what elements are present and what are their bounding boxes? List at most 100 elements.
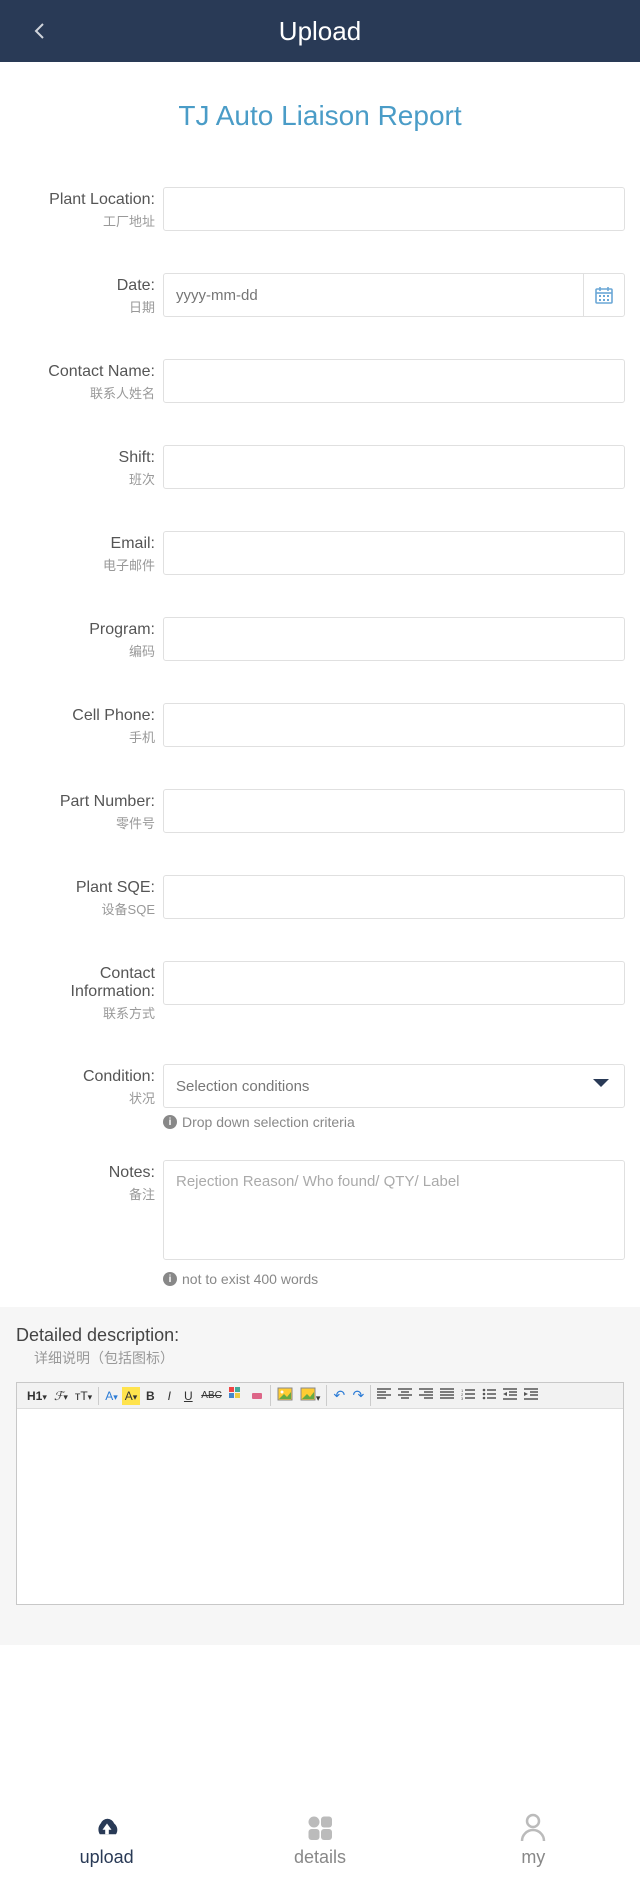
detail-section: Detailed description: 详细说明（包括图标） H1▾ ℱ▾ … <box>0 1307 640 1645</box>
sublabel-plant-location: 工厂地址 <box>15 211 155 230</box>
calendar-button[interactable] <box>583 273 625 317</box>
input-contact-info[interactable] <box>163 961 625 1005</box>
tab-upload-label: upload <box>80 1847 134 1868</box>
tb-underline[interactable]: U <box>179 1387 197 1405</box>
tb-align-left-icon[interactable] <box>374 1386 394 1405</box>
upload-icon <box>89 1813 125 1843</box>
label-contact-info: Contact Information: <box>15 965 155 1001</box>
tab-upload[interactable]: upload <box>0 1795 213 1885</box>
textarea-notes[interactable] <box>163 1160 625 1260</box>
rich-text-editor: H1▾ ℱ▾ тT▾ A▾ A▾ B I U ABC <box>16 1382 624 1605</box>
tb-align-right-icon[interactable] <box>416 1386 436 1405</box>
tb-font-size[interactable]: тT▾ <box>72 1387 95 1405</box>
input-plant-sqe[interactable] <box>163 875 625 919</box>
editor-toolbar: H1▾ ℱ▾ тT▾ A▾ A▾ B I U ABC <box>17 1383 623 1409</box>
tab-my-label: my <box>521 1847 545 1868</box>
label-condition: Condition: <box>15 1068 155 1086</box>
input-program[interactable] <box>163 617 625 661</box>
helper-notes: i not to exist 400 words <box>163 1271 625 1287</box>
row-shift: Shift: 班次 <box>0 445 640 489</box>
row-contact-name: Contact Name: 联系人姓名 <box>0 359 640 403</box>
tb-image-icon[interactable] <box>274 1385 296 1406</box>
label-contact-name: Contact Name: <box>15 363 155 381</box>
detail-sublabel: 详细说明（包括图标） <box>34 1348 624 1368</box>
tb-color-icon[interactable] <box>226 1385 246 1406</box>
tb-highlight[interactable]: A▾ <box>122 1387 141 1405</box>
sublabel-contact-name: 联系人姓名 <box>15 383 155 402</box>
input-date[interactable] <box>163 273 583 317</box>
info-icon: i <box>163 1272 177 1286</box>
row-contact-info: Contact Information: 联系方式 <box>0 961 640 1022</box>
input-email[interactable] <box>163 531 625 575</box>
sublabel-plant-sqe: 设备SQE <box>15 899 155 918</box>
tb-outdent-icon[interactable] <box>500 1386 520 1405</box>
input-contact-name[interactable] <box>163 359 625 403</box>
editor-body[interactable] <box>17 1409 623 1604</box>
label-cell-phone: Cell Phone: <box>15 707 155 725</box>
label-date: Date: <box>15 277 155 295</box>
sublabel-part-number: 零件号 <box>15 813 155 832</box>
tb-font-family[interactable]: ℱ▾ <box>51 1387 71 1405</box>
row-condition: Condition: 状况 Selection conditions i Dro… <box>0 1064 640 1130</box>
page-title: Upload <box>279 16 361 47</box>
tb-ordered-list-icon[interactable]: 123 <box>458 1386 478 1405</box>
tb-undo-icon[interactable]: ↶ <box>330 1385 348 1406</box>
info-icon: i <box>163 1115 177 1129</box>
tb-text-color[interactable]: A▾ <box>102 1387 121 1405</box>
label-plant-sqe: Plant SQE: <box>15 879 155 897</box>
sublabel-cell-phone: 手机 <box>15 727 155 746</box>
tb-indent-icon[interactable] <box>521 1386 541 1405</box>
grid-icon <box>302 1813 338 1843</box>
tab-my[interactable]: my <box>427 1795 640 1885</box>
input-plant-location[interactable] <box>163 187 625 231</box>
row-cell-phone: Cell Phone: 手机 <box>0 703 640 747</box>
sublabel-program: 编码 <box>15 641 155 660</box>
svg-text:3: 3 <box>461 1396 464 1400</box>
row-email: Email: 电子邮件 <box>0 531 640 575</box>
helper-condition: i Drop down selection criteria <box>163 1114 625 1130</box>
row-part-number: Part Number: 零件号 <box>0 789 640 833</box>
tab-details[interactable]: details <box>213 1795 426 1885</box>
label-program: Program: <box>15 621 155 639</box>
tb-bold[interactable]: B <box>141 1387 159 1405</box>
tb-strikethrough[interactable]: ABC <box>198 1388 225 1403</box>
sublabel-contact-info: 联系方式 <box>15 1003 155 1022</box>
label-shift: Shift: <box>15 449 155 467</box>
chevron-down-icon <box>592 1077 610 1095</box>
sublabel-date: 日期 <box>15 297 155 316</box>
select-condition-placeholder: Selection conditions <box>176 1078 309 1095</box>
tb-align-justify-icon[interactable] <box>437 1386 457 1405</box>
select-condition[interactable]: Selection conditions <box>163 1064 625 1108</box>
tb-remove-format-icon[interactable] <box>247 1385 267 1406</box>
tb-heading[interactable]: H1▾ <box>24 1387 50 1405</box>
tb-redo-icon[interactable]: ↷ <box>349 1385 367 1406</box>
sublabel-shift: 班次 <box>15 469 155 488</box>
label-plant-location: Plant Location: <box>15 191 155 209</box>
sublabel-notes: 备注 <box>15 1184 155 1203</box>
row-plant-location: Plant Location: 工厂地址 <box>0 187 640 231</box>
sublabel-condition: 状况 <box>15 1088 155 1107</box>
tb-image-list-icon[interactable]: ▾ <box>297 1385 324 1406</box>
detail-title: Detailed description: <box>16 1325 624 1346</box>
back-icon[interactable] <box>30 21 50 41</box>
calendar-icon <box>594 285 614 305</box>
input-cell-phone[interactable] <box>163 703 625 747</box>
tb-align-center-icon[interactable] <box>395 1386 415 1405</box>
row-program: Program: 编码 <box>0 617 640 661</box>
label-email: Email: <box>15 535 155 553</box>
input-part-number[interactable] <box>163 789 625 833</box>
label-notes: Notes: <box>15 1164 155 1182</box>
row-notes: Notes: 备注 i not to exist 400 words <box>0 1160 640 1287</box>
label-part-number: Part Number: <box>15 793 155 811</box>
user-icon <box>515 1813 551 1843</box>
tab-details-label: details <box>294 1847 346 1868</box>
top-bar: Upload <box>0 0 640 62</box>
row-plant-sqe: Plant SQE: 设备SQE <box>0 875 640 919</box>
tb-unordered-list-icon[interactable] <box>479 1386 499 1405</box>
form-title: TJ Auto Liaison Report <box>0 100 640 132</box>
sublabel-email: 电子邮件 <box>15 555 155 574</box>
input-shift[interactable] <box>163 445 625 489</box>
bottom-nav: upload details my <box>0 1795 640 1885</box>
tb-italic[interactable]: I <box>160 1387 178 1405</box>
row-date: Date: 日期 <box>0 273 640 317</box>
